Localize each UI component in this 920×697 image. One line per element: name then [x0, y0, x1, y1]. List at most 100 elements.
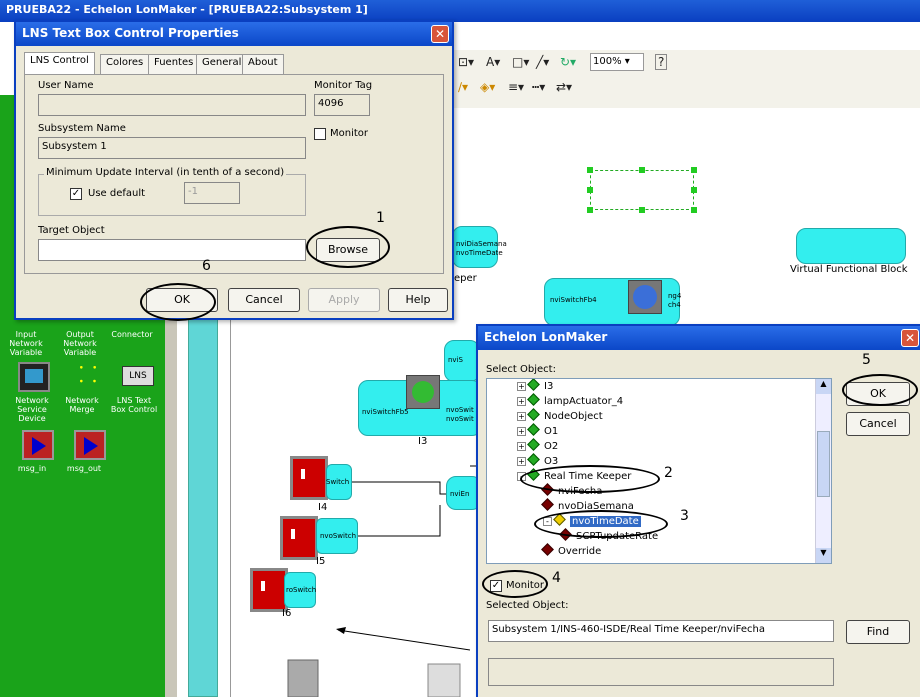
find-button[interactable]: Find [846, 620, 910, 644]
interval-field[interactable]: -1 [184, 182, 240, 204]
lns-text-box-icon[interactable]: LNS [122, 366, 154, 386]
i5-port: nvoSwitch [320, 532, 357, 540]
nvi-s-port: nviS [448, 356, 463, 364]
stencil-label-network-service-device[interactable]: Network Service Device [8, 396, 56, 423]
tree-scrollbar[interactable]: ▲ ▼ [815, 379, 831, 563]
expand-icon[interactable]: + [517, 412, 526, 421]
stencil-label-msg-in[interactable]: msg_in [8, 464, 56, 473]
stencil-label-output-nv[interactable]: Output Network Variable [56, 330, 104, 357]
fb5-button-icon[interactable] [406, 375, 440, 409]
handle-icon[interactable] [691, 167, 697, 173]
handle-icon[interactable] [587, 187, 593, 193]
line-pattern-icon[interactable]: ┅▾ [532, 80, 545, 94]
tree-item-label: O2 [544, 441, 559, 452]
line-tool-icon[interactable]: ╱▾ [536, 55, 549, 69]
msg-out-icon[interactable] [74, 430, 106, 460]
user-name-field[interactable] [38, 94, 306, 116]
font-icon[interactable]: A▾ [486, 55, 500, 69]
i4-label: I4 [318, 502, 328, 513]
tab-fuentes[interactable]: Fuentes [148, 54, 200, 74]
fb5-output-port-2: nvoSwit [446, 415, 474, 423]
tree-item[interactable]: Override [541, 543, 601, 561]
msg-in-icon[interactable] [22, 430, 54, 460]
scroll-thumb[interactable] [817, 431, 830, 497]
splitter[interactable] [165, 300, 177, 697]
tab-lns-control[interactable]: LNS Control [24, 52, 95, 74]
handle-icon[interactable] [587, 167, 593, 173]
switch-i4-icon[interactable] [290, 456, 328, 500]
expand-icon[interactable]: + [517, 442, 526, 451]
subsystem-name-label: Subsystem Name [38, 123, 126, 134]
lns-apply-button[interactable]: Apply [308, 288, 380, 312]
stencil-label-msg-out[interactable]: msg_out [60, 464, 108, 473]
lns-cancel-button[interactable]: Cancel [228, 288, 300, 312]
stencil-label-lns-text-box[interactable]: LNS Text Box Control [110, 396, 158, 414]
handle-icon[interactable] [691, 207, 697, 213]
lon-cancel-button[interactable]: Cancel [846, 412, 910, 436]
target-object-label: Target Object [38, 225, 105, 236]
lon-dialog-title-bar[interactable]: Echelon LonMaker ✕ [478, 326, 920, 350]
annotation-number-5: 5 [862, 352, 871, 368]
fb5-input-port: nviSwitchFb5 [362, 408, 409, 416]
tab-colores[interactable]: Colores [100, 54, 150, 74]
tab-about[interactable]: About [242, 54, 284, 74]
i6-port: roSwitch [286, 586, 317, 594]
network-service-device-icon[interactable] [18, 362, 50, 392]
handle-icon[interactable] [691, 187, 697, 193]
selected-object-field[interactable]: Subsystem 1/INS-460-ISDE/Real Time Keepe… [488, 620, 834, 642]
rtk-label: eper [454, 273, 477, 284]
lns-help-button[interactable]: Help [388, 288, 448, 312]
shape-tool-icon[interactable]: ⊡▾ [458, 55, 474, 69]
close-icon[interactable]: ✕ [901, 329, 919, 347]
close-icon[interactable]: ✕ [431, 25, 449, 43]
subsystem-name-field[interactable]: Subsystem 1 [38, 137, 306, 159]
network-merge-icon[interactable]: ⸬ [72, 362, 104, 392]
scroll-up-icon[interactable]: ▲ [816, 379, 831, 394]
stencil-label-network-merge[interactable]: Network Merge [58, 396, 106, 414]
rotate-tool-icon[interactable]: ↻▾ [560, 55, 576, 69]
handle-icon[interactable] [639, 167, 645, 173]
annotation-ellipse-lon-ok [842, 374, 918, 406]
switch-i6-icon[interactable] [250, 568, 288, 612]
tree-item[interactable]: + I3 [517, 379, 553, 396]
fill-color-icon[interactable]: ◈▾ [480, 80, 495, 94]
selected-text-box[interactable] [590, 170, 694, 210]
switch-i5-icon[interactable] [280, 516, 318, 560]
expand-icon[interactable]: + [517, 427, 526, 436]
app-title-bar: PRUEBA22 - Echelon LonMaker - [PRUEBA22:… [0, 0, 920, 22]
toolbar: ⊡▾ A▾ □▾ ╱▾ ↻▾ 100% ▾ ? ∕▾ ◈▾ ≡▾ ┅▾ ⇄▾ [450, 50, 920, 108]
monitor-checkbox[interactable] [314, 128, 326, 140]
annotation-ellipse-rtk [520, 465, 660, 493]
stencil-label-connector[interactable]: Connector [108, 330, 156, 339]
fb4-button-icon[interactable] [628, 280, 662, 314]
zoom-select[interactable]: 100% ▾ [590, 53, 644, 71]
fb5-output-port-1: nvoSwit [446, 406, 474, 414]
help-icon[interactable]: ? [655, 54, 668, 70]
use-default-checkbox[interactable]: ✓ [70, 188, 82, 200]
expand-icon[interactable]: + [517, 382, 526, 391]
virtual-functional-block[interactable] [796, 228, 906, 264]
scroll-down-icon[interactable]: ▼ [816, 548, 831, 563]
annotation-number-2: 2 [664, 465, 673, 481]
line-ends-icon[interactable]: ⇄▾ [556, 80, 572, 94]
tree-item[interactable]: + O2 [517, 438, 559, 456]
expand-icon[interactable]: + [517, 397, 526, 406]
select-object-label: Select Object: [486, 364, 556, 375]
monitor-tag-field[interactable]: 4096 [314, 94, 370, 116]
virtual-fb-label: Virtual Functional Block [790, 264, 908, 275]
target-object-field[interactable] [38, 239, 306, 261]
rectangle-tool-icon[interactable]: □▾ [512, 55, 529, 69]
line-weight-icon[interactable]: ≡▾ [508, 80, 524, 94]
handle-icon[interactable] [587, 207, 593, 213]
i3-label: I3 [418, 436, 428, 447]
tree-item[interactable]: + O1 [517, 423, 558, 441]
line-color-icon[interactable]: ∕▾ [458, 80, 468, 94]
lns-dialog-title-bar[interactable]: LNS Text Box Control Properties ✕ [16, 22, 452, 46]
expand-icon[interactable]: + [517, 457, 526, 466]
stencil-label-input-nv[interactable]: Input Network Variable [2, 330, 50, 357]
tree-item[interactable]: + NodeObject [517, 408, 603, 426]
tab-general[interactable]: General [196, 54, 248, 74]
handle-icon[interactable] [639, 207, 645, 213]
block-icon [527, 393, 540, 406]
annotation-ellipse-monitor [482, 570, 548, 598]
